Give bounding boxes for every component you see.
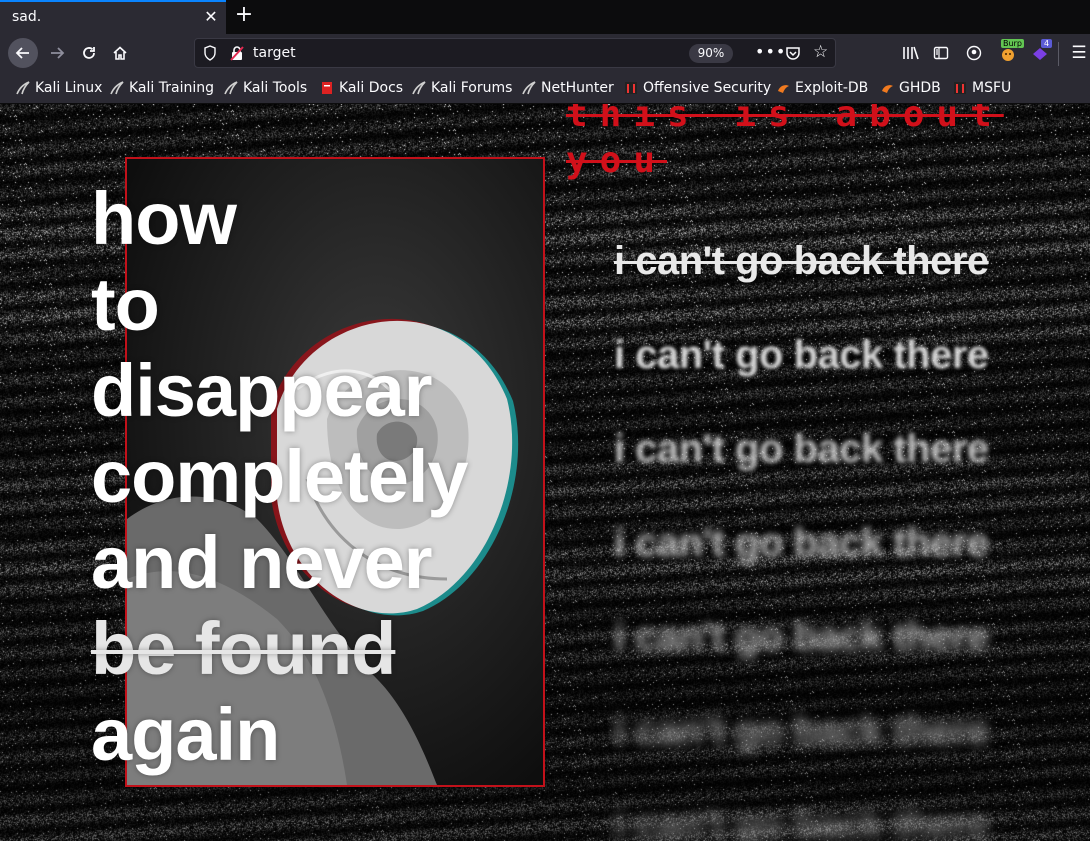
repeated-line: i can't go back there: [614, 427, 989, 471]
bookmarks-toolbar: Kali Linux Kali Training Kali Tools Kali Do…: [0, 72, 1090, 104]
heading-line: how: [91, 177, 237, 260]
bookmark-kali-linux[interactable]: Kali Linux: [16, 80, 102, 96]
hamburger-menu-icon[interactable]: ☰: [1068, 42, 1090, 64]
bookmark-offensive-security[interactable]: Offensive Security: [624, 80, 771, 96]
bookmark-label: NetHunter: [541, 80, 614, 96]
web-page: how to disappear completely and never be foun…: [0, 104, 1090, 841]
offsec-icon: [953, 81, 967, 95]
repeated-line: i can't go back there: [614, 333, 989, 377]
burp-badge: Burp: [1001, 39, 1024, 48]
extension-count-badge: 4: [1041, 39, 1053, 48]
repeated-line: i can't go back there: [614, 803, 989, 841]
bookmark-nethunter[interactable]: NetHunter: [522, 80, 614, 96]
heading-line: be found: [91, 607, 396, 690]
home-icon: [113, 46, 127, 60]
bookmark-label: Kali Linux: [35, 80, 103, 96]
forward-arrow-icon: [51, 47, 65, 59]
heading-line: disappear: [91, 349, 433, 432]
forward-button[interactable]: [42, 38, 72, 68]
new-tab-button[interactable]: +: [232, 2, 256, 27]
bookmark-kali-tools[interactable]: Kali Tools: [224, 80, 307, 96]
star-icon[interactable]: ☆: [813, 42, 828, 62]
kali-docs-icon: [320, 81, 334, 95]
offsec-icon: [624, 81, 638, 95]
kali-dragon-icon: [224, 81, 238, 95]
repeated-line: i can't go back there: [614, 615, 989, 659]
bookmark-label: MSFU: [972, 80, 1012, 96]
active-tab[interactable]: sad. ✕: [0, 0, 226, 34]
insecure-connection-icon[interactable]: [229, 45, 245, 61]
reload-icon: [83, 47, 95, 59]
kali-dragon-icon: [412, 81, 426, 95]
zoom-level-badge[interactable]: 90%: [689, 44, 733, 63]
repeated-line: i can't go back there: [614, 239, 989, 283]
kali-dragon-icon: [16, 81, 30, 95]
bookmark-label: Kali Forums: [431, 80, 513, 96]
bookmark-kali-forums[interactable]: Kali Forums: [412, 80, 512, 96]
reload-button[interactable]: [74, 38, 104, 68]
bookmark-label: Kali Tools: [243, 80, 308, 96]
page-actions-icon[interactable]: •••: [755, 42, 786, 61]
bookmark-msfu[interactable]: MSFU: [953, 80, 1011, 96]
pocket-icon[interactable]: [785, 45, 801, 61]
toolbar-separator: [1058, 42, 1059, 66]
about-heading: this is about you: [566, 104, 1004, 181]
sidebar-icon[interactable]: [930, 42, 952, 64]
exploit-db-icon: [880, 81, 894, 95]
library-icon[interactable]: [900, 42, 922, 64]
tab-title: sad.: [12, 9, 42, 25]
close-tab-icon[interactable]: ✕: [202, 7, 220, 26]
repeated-line: i can't go back there: [614, 709, 989, 753]
heading-line: again: [91, 693, 280, 776]
bookmark-exploit-db[interactable]: Exploit-DB: [776, 80, 868, 96]
home-button[interactable]: [105, 38, 135, 68]
kali-dragon-icon: [522, 81, 536, 95]
account-icon[interactable]: [963, 42, 985, 64]
bookmark-label: Exploit-DB: [795, 80, 869, 96]
bookmark-label: Kali Training: [129, 80, 214, 96]
back-button[interactable]: [8, 38, 38, 68]
bookmark-label: GHDB: [899, 80, 941, 96]
navigation-toolbar: target 90% ••• ☆ Burp 4 ☰: [0, 34, 1090, 72]
bookmark-label: Offensive Security: [643, 80, 772, 96]
back-arrow-icon: [15, 47, 29, 59]
exploit-db-icon: [776, 81, 790, 95]
url-bar[interactable]: target 90% ••• ☆: [194, 38, 836, 68]
tab-bar: sad. ✕ +: [0, 0, 1090, 34]
bookmark-kali-training[interactable]: Kali Training: [110, 80, 214, 96]
bookmark-label: Kali Docs: [339, 80, 404, 96]
kali-dragon-icon: [110, 81, 124, 95]
heading-line: to: [91, 263, 160, 346]
main-heading: how to disappear completely and never be foun…: [91, 176, 511, 778]
bookmark-ghdb[interactable]: GHDB: [880, 80, 941, 96]
shield-icon[interactable]: [203, 45, 217, 61]
repeated-line: i can't go back there: [614, 521, 989, 565]
bookmark-kali-docs[interactable]: Kali Docs: [320, 80, 403, 96]
url-text[interactable]: target: [253, 45, 296, 61]
heading-line: and never: [91, 521, 433, 604]
heading-line: completely: [91, 435, 469, 518]
